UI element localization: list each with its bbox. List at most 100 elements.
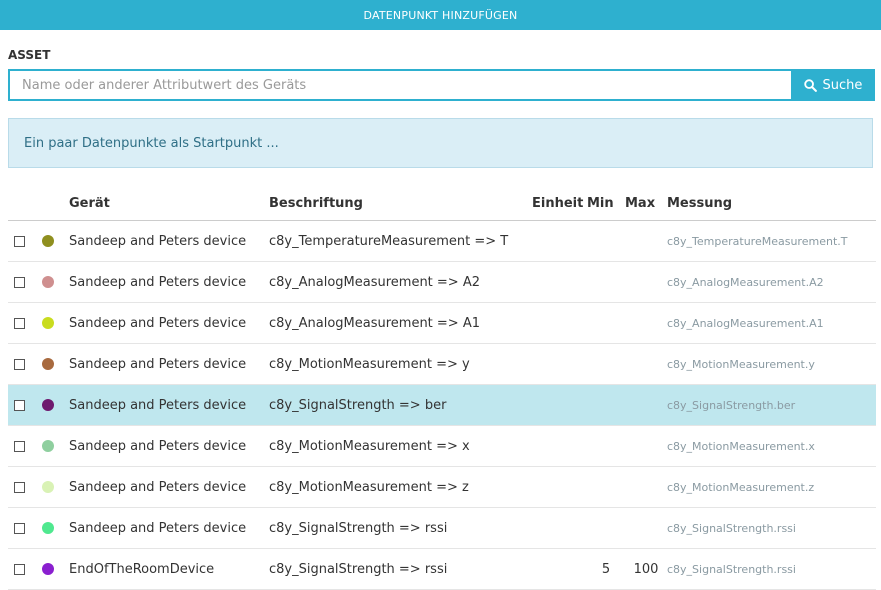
color-dot xyxy=(42,522,54,534)
table-row[interactable]: Sandeep and Peters device c8y_Temperatur… xyxy=(8,220,876,262)
table-row[interactable]: Sandeep and Peters device c8y_MotionMeas… xyxy=(8,425,876,467)
color-dot xyxy=(42,276,54,288)
row-device: Sandeep and Peters device xyxy=(69,466,269,508)
row-measurement: c8y_MotionMeasurement.z xyxy=(667,466,876,508)
row-device: Sandeep and Peters device xyxy=(69,507,269,549)
row-unit xyxy=(532,302,587,344)
color-dot xyxy=(42,358,54,370)
row-checkbox[interactable] xyxy=(14,276,25,288)
color-dot xyxy=(42,481,54,493)
row-measurement: c8y_SignalStrength.rssi xyxy=(667,548,876,590)
row-min: 5 xyxy=(587,548,625,590)
row-measurement: c8y_AnalogMeasurement.A2 xyxy=(667,261,876,303)
row-unit xyxy=(532,466,587,508)
color-dot xyxy=(42,563,54,575)
search-button-label: Suche xyxy=(822,77,863,93)
search-button[interactable]: Suche xyxy=(791,69,875,101)
table-row[interactable]: Sandeep and Peters device c8y_SignalStre… xyxy=(8,384,876,426)
header-max: Max xyxy=(625,186,667,221)
row-label: c8y_AnalogMeasurement => A1 xyxy=(269,302,532,344)
row-max xyxy=(625,466,667,508)
row-unit xyxy=(532,507,587,549)
row-checkbox[interactable] xyxy=(14,440,25,452)
row-unit xyxy=(532,425,587,467)
table-row[interactable]: Sandeep and Peters device c8y_AnalogMeas… xyxy=(8,261,876,303)
row-unit xyxy=(532,384,587,426)
row-measurement: c8y_TemperatureMeasurement.T xyxy=(667,220,876,262)
row-min xyxy=(587,343,625,385)
row-min xyxy=(587,466,625,508)
header-unit: Einheit xyxy=(532,186,587,221)
row-device: Sandeep and Peters device xyxy=(69,302,269,344)
row-measurement: c8y_AnalogMeasurement.A1 xyxy=(667,302,876,344)
header-measurement: Messung xyxy=(667,186,876,221)
row-label: c8y_SignalStrength => ber xyxy=(269,384,532,426)
table-row[interactable]: EndOfTheRoomDevice c8y_SignalStrength =>… xyxy=(8,548,876,590)
table-row[interactable]: Sandeep and Peters device c8y_MotionMeas… xyxy=(8,343,876,385)
table-row[interactable]: Sandeep and Peters device c8y_SignalStre… xyxy=(8,507,876,549)
row-min xyxy=(587,220,625,262)
color-dot xyxy=(42,235,54,247)
row-unit xyxy=(532,548,587,590)
row-device: Sandeep and Peters device xyxy=(69,220,269,262)
row-device: Sandeep and Peters device xyxy=(69,343,269,385)
table-row[interactable]: Sandeep and Peters device c8y_MotionMeas… xyxy=(8,466,876,508)
row-max xyxy=(625,220,667,262)
row-checkbox[interactable] xyxy=(14,563,25,575)
row-max xyxy=(625,384,667,426)
row-unit xyxy=(532,343,587,385)
header-label: Beschriftung xyxy=(269,186,532,221)
info-box: Ein paar Datenpunkte als Startpunkt ... xyxy=(8,118,873,168)
header-color xyxy=(40,186,69,221)
row-label: c8y_AnalogMeasurement => A2 xyxy=(269,261,532,303)
row-checkbox[interactable] xyxy=(14,235,25,247)
dialog-title: DATENPUNKT HINZUFÜGEN xyxy=(0,0,881,30)
row-measurement: c8y_SignalStrength.ber xyxy=(667,384,876,426)
row-label: c8y_MotionMeasurement => y xyxy=(269,343,532,385)
row-measurement: c8y_MotionMeasurement.y xyxy=(667,343,876,385)
color-dot xyxy=(42,399,54,411)
asset-label: ASSET xyxy=(8,48,51,62)
asset-search: Suche xyxy=(8,69,875,101)
row-min xyxy=(587,425,625,467)
color-dot xyxy=(42,317,54,329)
row-label: c8y_SignalStrength => rssi xyxy=(269,507,532,549)
row-checkbox[interactable] xyxy=(14,399,25,411)
row-checkbox[interactable] xyxy=(14,317,25,329)
header-device: Gerät xyxy=(69,186,269,221)
search-icon xyxy=(803,78,817,92)
table-row[interactable]: Sandeep and Peters device c8y_AnalogMeas… xyxy=(8,302,876,344)
header-min: Min xyxy=(587,186,625,221)
row-min xyxy=(587,384,625,426)
row-label: c8y_TemperatureMeasurement => T xyxy=(269,220,532,262)
row-max: 100 xyxy=(625,548,667,590)
row-min xyxy=(587,507,625,549)
row-device: Sandeep and Peters device xyxy=(69,384,269,426)
row-max xyxy=(625,302,667,344)
row-checkbox[interactable] xyxy=(14,522,25,534)
row-checkbox[interactable] xyxy=(14,481,25,493)
info-text: Ein paar Datenpunkte als Startpunkt ... xyxy=(24,135,279,151)
table-header-row: Gerät Beschriftung Einheit Min Max Messu… xyxy=(8,186,876,221)
row-label: c8y_MotionMeasurement => z xyxy=(269,466,532,508)
asset-search-input[interactable] xyxy=(8,69,791,101)
row-max xyxy=(625,425,667,467)
row-device: Sandeep and Peters device xyxy=(69,261,269,303)
row-unit xyxy=(532,261,587,303)
row-device: Sandeep and Peters device xyxy=(69,425,269,467)
datapoint-table: Gerät Beschriftung Einheit Min Max Messu… xyxy=(8,186,876,590)
header-select xyxy=(8,186,40,221)
row-label: c8y_MotionMeasurement => x xyxy=(269,425,532,467)
row-min xyxy=(587,302,625,344)
color-dot xyxy=(42,440,54,452)
row-measurement: c8y_MotionMeasurement.x xyxy=(667,425,876,467)
row-device: EndOfTheRoomDevice xyxy=(69,548,269,590)
row-max xyxy=(625,343,667,385)
row-checkbox[interactable] xyxy=(14,358,25,370)
row-unit xyxy=(532,220,587,262)
row-max xyxy=(625,261,667,303)
row-label: c8y_SignalStrength => rssi xyxy=(269,548,532,590)
row-max xyxy=(625,507,667,549)
row-min xyxy=(587,261,625,303)
row-measurement: c8y_SignalStrength.rssi xyxy=(667,507,876,549)
